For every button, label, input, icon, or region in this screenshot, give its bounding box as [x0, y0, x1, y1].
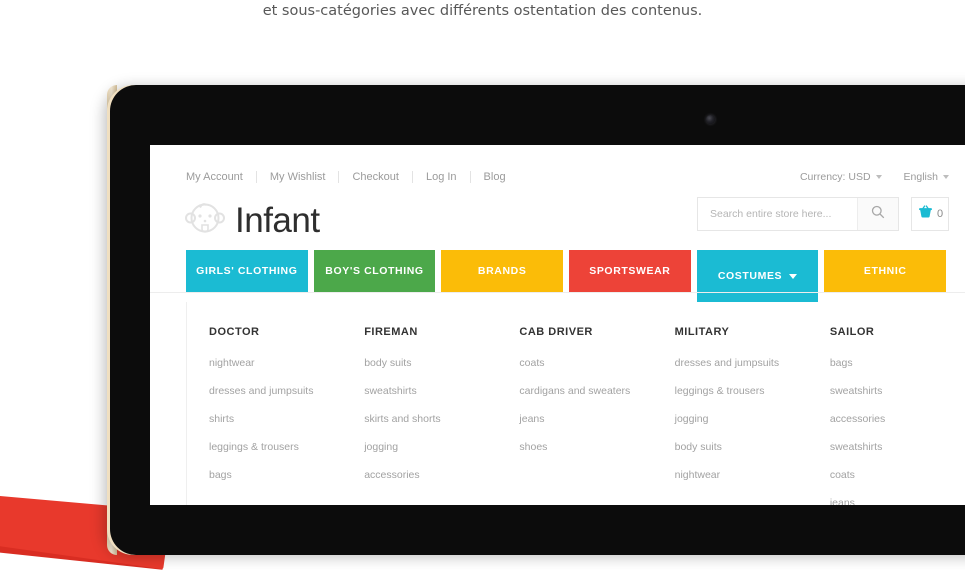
nav-label: BOY'S CLOTHING — [325, 265, 424, 277]
nav-divider — [150, 292, 965, 293]
nav-label: ETHNIC — [863, 265, 907, 277]
mega-column-title: DOCTOR — [209, 326, 260, 338]
nav-label: GIRLS' CLOTHING — [196, 265, 298, 277]
baby-face-icon — [184, 199, 226, 242]
mega-link[interactable]: jeans — [519, 413, 654, 425]
top-link-log-in[interactable]: Log In — [413, 171, 471, 183]
mega-link[interactable]: accessories — [364, 469, 499, 481]
mega-link[interactable]: cardigans and sweaters — [519, 385, 654, 397]
mega-link[interactable]: jeans — [830, 497, 965, 505]
mega-link[interactable]: body suits — [364, 357, 499, 369]
top-link-checkout[interactable]: Checkout — [339, 171, 413, 183]
mega-link[interactable]: dresses and jumpsuits — [675, 357, 810, 369]
main-navigation: GIRLS' CLOTHING BOY'S CLOTHING BRANDS SP… — [186, 250, 947, 302]
top-right-selectors: Currency: USD English — [800, 171, 949, 183]
mega-link[interactable]: bags — [830, 357, 965, 369]
chevron-down-icon — [789, 273, 798, 279]
mega-link[interactable]: sweatshirts — [364, 385, 499, 397]
chevron-down-icon — [875, 175, 882, 179]
mega-link[interactable]: leggings & trousers — [675, 385, 810, 397]
nav-label: COSTUMES — [717, 270, 783, 282]
tablet-screen: My Account My Wishlist Checkout Log In B… — [150, 145, 965, 505]
currency-label: Currency: USD — [799, 171, 871, 183]
mega-link[interactable]: nightwear — [209, 357, 344, 369]
top-link-my-wishlist[interactable]: My Wishlist — [257, 171, 340, 183]
nav-label: SPORTSWEAR — [589, 265, 671, 277]
top-link-my-account[interactable]: My Account — [186, 171, 257, 183]
camera-lens-icon — [706, 115, 715, 124]
mega-link[interactable]: shirts — [209, 413, 344, 425]
mega-link[interactable]: leggings & trousers — [209, 441, 344, 453]
mega-column-title: MILITARY — [674, 326, 730, 338]
mega-link[interactable]: accessories — [830, 413, 965, 425]
mega-column-sailor: SAILOR bags sweatshirts accessories swea… — [810, 326, 965, 505]
search-box[interactable] — [697, 197, 899, 231]
mega-column-title: FIREMAN — [364, 326, 418, 338]
top-link-blog[interactable]: Blog — [471, 171, 506, 183]
mega-link[interactable]: sweatshirts — [830, 441, 965, 453]
nav-item-girls-clothing[interactable]: GIRLS' CLOTHING — [186, 250, 308, 292]
nav-item-costumes[interactable]: COSTUMES — [696, 250, 819, 302]
top-utility-links: My Account My Wishlist Checkout Log In B… — [186, 171, 506, 183]
language-selector[interactable]: English — [904, 171, 949, 183]
mega-link[interactable]: dresses and jumpsuits — [209, 385, 344, 397]
mega-column-cab-driver: CAB DRIVER coats cardigans and sweaters … — [499, 326, 654, 505]
mega-link[interactable]: sweatshirts — [830, 385, 965, 397]
cart-count: 0 — [936, 208, 944, 220]
currency-selector[interactable]: Currency: USD — [800, 171, 882, 183]
brand-logo-area[interactable]: Infant — [184, 199, 320, 242]
mega-link[interactable]: body suits — [675, 441, 810, 453]
mega-column-military: MILITARY dresses and jumpsuits leggings … — [655, 326, 810, 505]
nav-item-boys-clothing[interactable]: BOY'S CLOTHING — [313, 250, 436, 292]
brand-name: Infant — [235, 200, 320, 240]
cart-button[interactable]: 0 — [911, 197, 949, 231]
mega-link[interactable]: coats — [519, 357, 654, 369]
mega-column-doctor: DOCTOR nightwear dresses and jumpsuits s… — [187, 326, 344, 505]
mega-link[interactable]: jogging — [364, 441, 499, 453]
search-icon — [871, 205, 885, 224]
mega-column-fireman: FIREMAN body suits sweatshirts skirts an… — [344, 326, 499, 505]
search-input[interactable] — [698, 198, 857, 230]
language-label: English — [903, 171, 938, 183]
mega-link[interactable]: nightwear — [675, 469, 810, 481]
chevron-down-icon — [943, 175, 949, 179]
costumes-mega-menu: DOCTOR nightwear dresses and jumpsuits s… — [186, 302, 965, 505]
nav-item-sportswear[interactable]: SPORTSWEAR — [569, 250, 691, 292]
mega-link[interactable]: shoes — [519, 441, 654, 453]
shopping-basket-icon — [917, 204, 934, 224]
mega-link[interactable]: coats — [830, 469, 965, 481]
mega-column-title: SAILOR — [829, 326, 875, 338]
nav-item-brands[interactable]: BRANDS — [441, 250, 564, 292]
mega-column-title: CAB DRIVER — [519, 326, 593, 338]
page-caption: et sous-catégories avec différents osten… — [262, 3, 703, 19]
nav-label: BRANDS — [477, 265, 527, 277]
nav-item-ethnic[interactable]: ETHNIC — [824, 250, 947, 292]
mega-link[interactable]: bags — [209, 469, 344, 481]
mega-link[interactable]: jogging — [675, 413, 810, 425]
search-button[interactable] — [857, 198, 898, 230]
mega-link[interactable]: skirts and shorts — [364, 413, 499, 425]
